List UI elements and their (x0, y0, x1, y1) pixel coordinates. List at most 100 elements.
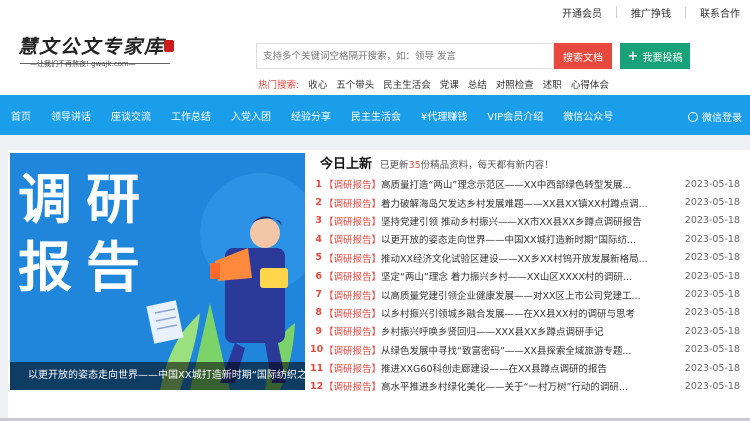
list-item[interactable]: 2 【调研报告】 着力破解海岛欠发达乡村发展难题——XX县XX镇XX村蹲点调... 2… (310, 193, 750, 211)
item-tag: 【调研报告】 (324, 272, 382, 284)
list-item[interactable]: 5 【调研报告】 推动XX经济文化试验区建设——XX乡XX村钨开放发展新格局... 2… (310, 249, 750, 267)
item-title[interactable]: 从绿色发展中寻找“致富密码”——XX县探索全域旅游专题... (381, 343, 671, 357)
item-index: 9 (315, 325, 322, 337)
hot-search-item[interactable]: 民主生活会 (383, 77, 431, 91)
nav-home[interactable]: 首页 (0, 108, 41, 123)
hot-search-item[interactable]: 五个带头 (336, 77, 374, 91)
list-item[interactable]: 11 【调研报告】 推进XXG60科创走廊建设——在XX县蹲点调研的报告 2023-0… (310, 359, 750, 377)
hot-search-item[interactable]: 心得体会 (571, 77, 609, 91)
item-tag: 【调研报告】 (324, 180, 382, 192)
item-tag: 【调研报告】 (324, 382, 382, 394)
wechat-login-label: 微信登录 (702, 113, 742, 124)
item-date: 2023-05-18 (684, 178, 740, 190)
item-title[interactable]: 着力破解海岛欠发达乡村发展难题——XX县XX镇XX村蹲点调... (381, 196, 671, 210)
item-title[interactable]: 以乡村振兴引领城乡融合发展——在XX县XX村的调研与思考 (381, 306, 671, 320)
feed-title: 今日上新 (320, 157, 373, 172)
item-title[interactable]: 坚定“两山”理念 着力振兴乡村——XX山区XXXX村的调研... (381, 269, 671, 283)
item-title[interactable]: 高质量打造“两山”理念示范区——XX中西部绿色转型发展... (381, 177, 671, 191)
top-link-promote[interactable]: 推广挣钱 (631, 5, 671, 20)
hot-search-item[interactable]: 对照检查 (496, 77, 534, 91)
item-date: 2023-05-18 (684, 344, 740, 356)
item-title[interactable]: 高水平推进乡村绿化美化——关于“一村万树”行动的调研... (381, 379, 671, 393)
item-index: 3 (315, 215, 322, 227)
item-date: 2023-05-18 (684, 197, 740, 209)
search-button[interactable]: 搜索文档 (554, 43, 612, 69)
hot-search-item[interactable]: 总结 (468, 77, 487, 91)
new-today-feed: 今日上新 已更新35份精品资料，每天都有新内容！ 1 【调研报告】 高质量打造“两山… (310, 153, 750, 396)
item-title[interactable]: 推动XX经济文化试验区建设——XX乡XX村钨开放发展新格局... (381, 251, 671, 265)
wechat-login-button[interactable]: 微信登录 (688, 109, 742, 124)
list-item[interactable]: 8 【调研报告】 以乡村振兴引领城乡融合发展——在XX县XX村的调研与思考 2023-… (310, 304, 750, 322)
item-tag: 【调研报告】 (324, 308, 382, 320)
item-title[interactable]: 乡村振兴呼唤乡贤回归——XXX县XX乡蹲点调研手记 (381, 324, 671, 338)
logo-seal-icon (164, 40, 174, 52)
nav-experience[interactable]: 经验分享 (281, 108, 341, 123)
main-content: 调研报告 以更开放的姿态走向世界——中国XX城打造新时期“国际纺织之都... 今… (8, 150, 750, 421)
item-date: 2023-05-18 (684, 325, 740, 337)
post-button[interactable]: + 我要投稿 (620, 43, 690, 69)
banner-caption[interactable]: 以更开放的姿态走向世界——中国XX城打造新时期“国际纺织之都... (10, 362, 305, 390)
nav-forum[interactable]: 座谈交流 (101, 108, 161, 123)
header: 慧文公文专家库 —让我们不再熬夜! gwajk.com— 搜索文档 + 我要投稿… (0, 24, 750, 94)
nav-leader-speech[interactable]: 领导讲话 (41, 108, 101, 123)
item-tag: 【调研报告】 (324, 235, 382, 247)
feed-sub-prefix: 已更新 (380, 160, 409, 171)
nav-agent-earn[interactable]: ¥代理赚钱 (411, 108, 477, 123)
item-index: 2 (315, 197, 322, 209)
logo-text: 慧文公文专家库 (18, 36, 166, 58)
item-date: 2023-05-18 (684, 270, 740, 282)
list-item[interactable]: 9 【调研报告】 乡村振兴呼唤乡贤回归——XXX县XX乡蹲点调研手记 2023-05-… (310, 322, 750, 340)
site-logo[interactable]: 慧文公文专家库 —让我们不再熬夜! gwajk.com— (18, 32, 178, 72)
wechat-icon (688, 111, 698, 122)
item-tag: 【调研报告】 (324, 216, 382, 228)
nav-wechat-official[interactable]: 微信公众号 (553, 108, 623, 123)
item-tag: 【调研报告】 (324, 253, 382, 265)
item-index: 5 (315, 252, 322, 264)
item-title[interactable]: 坚持党建引领 推动乡村振兴——XX市XX县XX乡蹲点调研报告 (381, 214, 671, 228)
item-date: 2023-05-18 (684, 289, 740, 301)
list-item[interactable]: 6 【调研报告】 坚定“两山”理念 着力振兴乡村——XX山区XXXX村的调研... 2… (310, 267, 750, 285)
item-index: 1 (315, 178, 322, 190)
list-item[interactable]: 12 【调研报告】 高水平推进乡村绿化美化——关于“一村万树”行动的调研... 202… (310, 377, 750, 395)
list-item[interactable]: 1 【调研报告】 高质量打造“两山”理念示范区——XX中西部绿色转型发展... 202… (310, 175, 750, 193)
hot-search-item[interactable]: 党课 (440, 77, 459, 91)
plus-icon: + (627, 48, 639, 64)
nav-work-summary[interactable]: 工作总结 (161, 108, 221, 123)
item-date: 2023-05-18 (684, 233, 740, 245)
list-item[interactable]: 4 【调研报告】 以更开放的姿态走向世界——中国XX城打造新时期“国际纺... 202… (310, 230, 750, 248)
post-button-label: 我要投稿 (642, 52, 683, 64)
item-date: 2023-05-18 (684, 307, 740, 319)
list-item[interactable]: 7 【调研报告】 以高质量党建引领企业健康发展——对XX区上市公司党建工... 202… (310, 285, 750, 303)
hot-search-item[interactable]: 述职 (543, 77, 562, 91)
top-bar: 开通会员 推广挣钱 联系合作 (0, 0, 750, 24)
item-title[interactable]: 以高质量党建引领企业健康发展——对XX区上市公司党建工... (381, 288, 671, 302)
item-tag: 【调研报告】 (324, 364, 382, 376)
item-tag: 【调研报告】 (324, 290, 382, 302)
feed-header: 今日上新 已更新35份精品资料，每天都有新内容！ (310, 153, 750, 175)
main-nav: 首页 领导讲话 座谈交流 工作总结 入党入团 经验分享 民主生活会 ¥代理赚钱 … (0, 95, 750, 135)
feed-sub-suffix: 份精品资料，每天都有新内容！ (420, 160, 554, 171)
top-link-contact[interactable]: 联系合作 (700, 5, 740, 20)
item-title[interactable]: 推进XXG60科创走廊建设——在XX县蹲点调研的报告 (381, 361, 671, 375)
item-tag: 【调研报告】 (324, 327, 382, 339)
nav-democratic-life[interactable]: 民主生活会 (341, 108, 411, 123)
item-date: 2023-05-18 (684, 380, 740, 392)
list-item[interactable]: 10 【调研报告】 从绿色发展中寻找“致富密码”——XX县探索全域旅游专题... 20… (310, 341, 750, 359)
feed-count: 35 (408, 160, 421, 171)
hot-searches: 热门搜索: 收心 五个带头 民主生活会 党课 总结 对照检查 述职 心得体会 (258, 77, 609, 91)
list-item[interactable]: 3 【调研报告】 坚持党建引领 推动乡村振兴——XX市XX县XX乡蹲点调研报告 202… (310, 212, 750, 230)
item-tag: 【调研报告】 (324, 345, 382, 357)
item-index: 12 (310, 380, 324, 392)
top-link-vip[interactable]: 开通会员 (562, 5, 602, 20)
item-index: 8 (315, 307, 322, 319)
nav-vip-intro[interactable]: VIP会员介绍 (477, 108, 553, 123)
hot-search-item[interactable]: 收心 (308, 77, 327, 91)
item-index: 11 (310, 362, 324, 374)
hot-searches-label: 热门搜索: (258, 80, 300, 91)
featured-banner[interactable]: 调研报告 以更开放的姿态走向世界——中国XX城打造新时期“国际纺织之都... (10, 153, 305, 390)
item-title[interactable]: 以更开放的姿态走向世界——中国XX城打造新时期“国际纺... (381, 232, 671, 246)
item-index: 7 (315, 289, 322, 301)
nav-party-join[interactable]: 入党入团 (221, 108, 281, 123)
search-input[interactable] (257, 44, 553, 69)
item-index: 4 (315, 233, 322, 245)
